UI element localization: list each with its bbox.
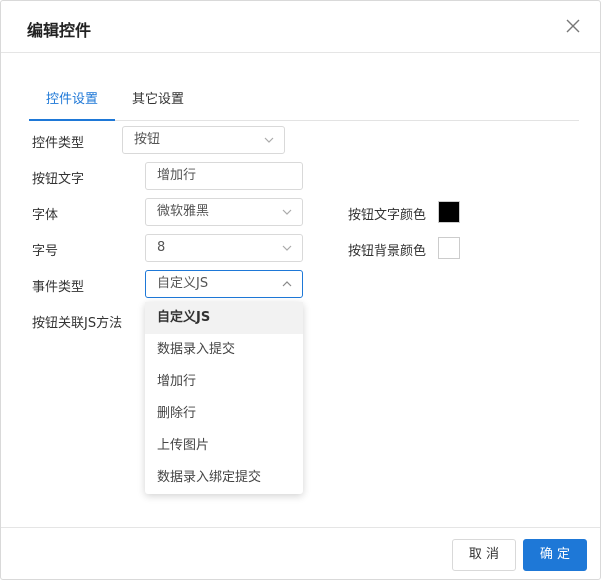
font-size-value: 8 [157,240,166,255]
event-type-value: 自定义JS [157,276,209,291]
dialog-footer: 取 消 确 定 [1,527,600,581]
chevron-down-icon [282,209,292,215]
bg-color-swatch[interactable] [438,237,460,259]
close-icon[interactable] [564,17,582,35]
event-type-select[interactable]: 自定义JS [145,270,303,298]
dropdown-option[interactable]: 删除行 [145,398,303,430]
dialog-title: 编辑控件 [27,21,92,40]
font-size-label: 字号 [32,244,59,259]
dropdown-option[interactable]: 增加行 [145,366,303,398]
button-text-label: 按钮文字 [32,172,85,187]
font-label: 字体 [32,208,59,223]
chevron-up-icon [282,281,292,287]
ok-button[interactable]: 确 定 [523,539,587,571]
chevron-down-icon [264,137,274,143]
control-type-value: 按钮 [134,132,161,147]
edit-control-dialog: 编辑控件 控件设置 其它设置 控件类型 按钮 按钮文字 增加行 字体 微软雅黑 … [0,0,601,580]
dropdown-option[interactable]: 自定义JS [145,302,303,334]
font-value: 微软雅黑 [157,204,210,219]
event-type-dropdown: 自定义JS 数据录入提交 增加行 删除行 上传图片 数据录入绑定提交 [145,302,303,494]
js-method-label: 按钮关联JS方法 [32,316,123,331]
button-text-input[interactable]: 增加行 [145,162,303,190]
event-type-label: 事件类型 [32,280,85,295]
control-type-label: 控件类型 [32,136,85,151]
button-text-value: 增加行 [157,168,197,183]
dropdown-option[interactable]: 数据录入绑定提交 [145,462,303,494]
bg-color-label: 按钮背景颜色 [348,244,427,259]
font-select[interactable]: 微软雅黑 [145,198,303,226]
font-size-select[interactable]: 8 [145,234,303,262]
text-color-label: 按钮文字颜色 [348,208,427,223]
cancel-button[interactable]: 取 消 [452,539,516,571]
dropdown-option[interactable]: 上传图片 [145,430,303,462]
tab-other-settings[interactable]: 其它设置 [123,87,193,121]
text-color-swatch[interactable] [438,201,460,223]
chevron-down-icon [282,245,292,251]
tab-bar: 控件设置 其它设置 [29,87,579,121]
dialog-header: 编辑控件 [1,1,600,53]
control-type-select[interactable]: 按钮 [122,126,285,154]
dropdown-option[interactable]: 数据录入提交 [145,334,303,366]
tab-control-settings[interactable]: 控件设置 [29,87,115,121]
